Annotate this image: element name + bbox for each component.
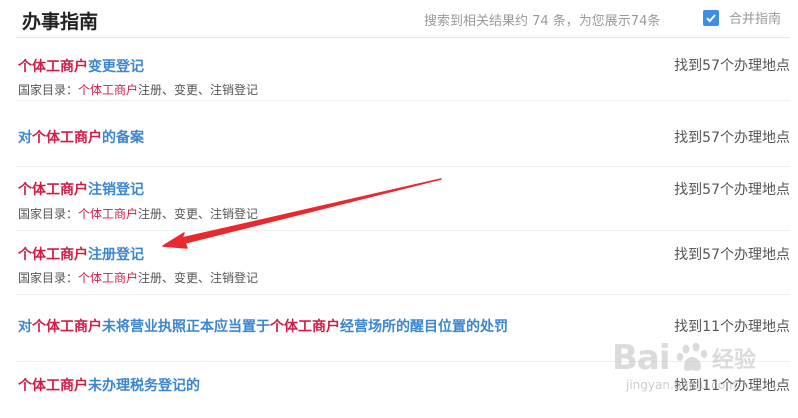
- paw-icon: [676, 342, 708, 371]
- guide-item-title[interactable]: 对个体工商户未将营业执照正本应当置于个体工商户经营场所的醒目位置的处罚: [18, 316, 508, 336]
- page-title: 办事指南: [22, 11, 99, 33]
- guide-item-title[interactable]: 个体工商户注销登记: [18, 179, 144, 199]
- guide-item-catalog: 国家目录：个体工商户注册、变更、注销登记: [18, 207, 259, 221]
- result-summary: 搜索到相关结果约 74 条，为您展示74条: [424, 14, 661, 29]
- guide-item: 个体工商户注册登记 国家目录：个体工商户注册、变更、注销登记 找到57个办理地点: [16, 231, 790, 295]
- guide-item-title[interactable]: 个体工商户未办理税务登记的: [18, 375, 200, 395]
- guide-item-catalog: 国家目录：个体工商户注册、变更、注销登记: [18, 83, 259, 97]
- merge-checkbox[interactable]: [703, 9, 719, 26]
- guide-item-location-count[interactable]: 找到57个办理地点: [674, 127, 790, 147]
- merge-guides-toggle[interactable]: 合并指南: [703, 8, 781, 27]
- guide-item-title[interactable]: 个体工商户注册登记: [18, 244, 144, 264]
- guide-item: 对个体工商户的备案 找到57个办理地点: [16, 101, 790, 167]
- guide-item-location-count[interactable]: 找到57个办理地点: [674, 179, 790, 199]
- guide-header: 办事指南 搜索到相关结果约 74 条，为您展示74条 合并指南: [0, 0, 798, 38]
- baidu-jingyan-watermark: Bai 经验 jingyan.baidu.com: [612, 338, 792, 410]
- watermark-url: jingyan.baidu.com: [626, 378, 737, 392]
- guide-item-title[interactable]: 个体工商户变更登记: [18, 56, 144, 76]
- guide-item-location-count[interactable]: 找到57个办理地点: [674, 55, 790, 75]
- guide-item: 个体工商户变更登记 国家目录：个体工商户注册、变更、注销登记 找到57个办理地点: [16, 38, 790, 101]
- watermark-cn: 经验: [712, 348, 757, 373]
- merge-label: 合并指南: [729, 12, 782, 27]
- checkmark-icon: [706, 13, 716, 22]
- guide-item: 个体工商户注销登记 国家目录：个体工商户注册、变更、注销登记 找到57个办理地点: [16, 167, 790, 231]
- guide-item-location-count[interactable]: 找到57个办理地点: [674, 244, 790, 264]
- guide-item-catalog: 国家目录：个体工商户注册、变更、注销登记: [18, 271, 259, 285]
- guide-item-title[interactable]: 对个体工商户的备案: [18, 127, 144, 147]
- watermark-brand: Bai: [612, 338, 671, 378]
- guide-item-location-count[interactable]: 找到11个办理地点: [674, 316, 790, 336]
